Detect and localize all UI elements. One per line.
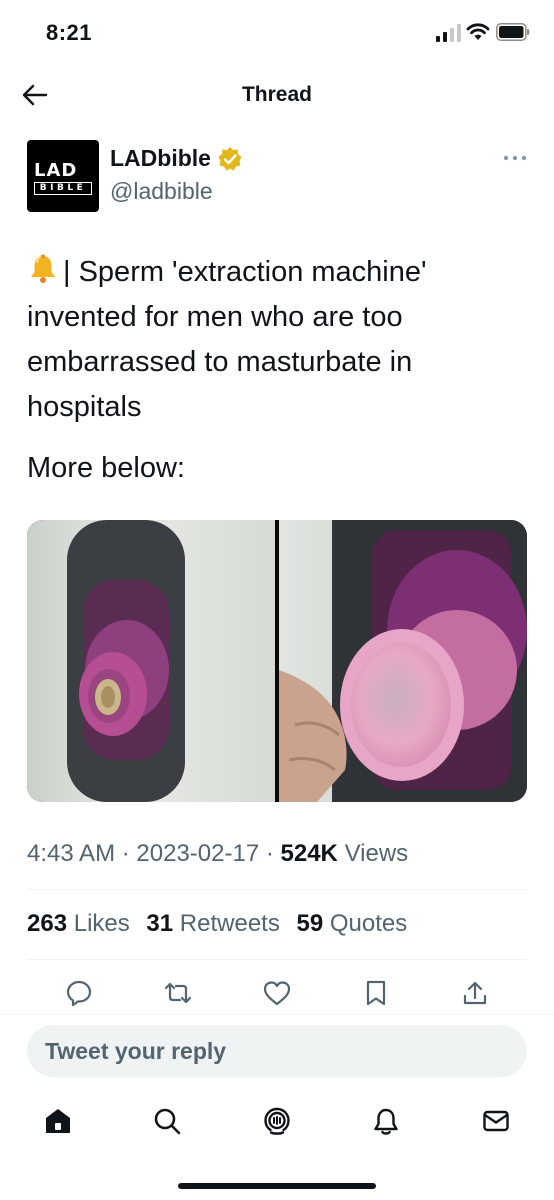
like-icon [263, 981, 291, 1006]
meta-separator: · [121, 840, 130, 867]
media-image [27, 520, 527, 802]
home-indicator [178, 1183, 376, 1189]
reply-input[interactable] [45, 1025, 505, 1077]
quotes-count: 59 [296, 910, 324, 937]
reply-box[interactable] [27, 1025, 527, 1077]
cellular-signal-icon [436, 24, 461, 42]
tweet-text: | Sperm 'extraction machine' invented fo… [27, 250, 527, 430]
tweet-media[interactable] [27, 520, 527, 802]
wifi-icon [466, 23, 490, 40]
more-options-icon[interactable] [500, 150, 530, 166]
meta-separator: · [265, 840, 274, 867]
nav-home[interactable] [40, 1103, 76, 1139]
likes-label: Likes [73, 910, 130, 937]
avatar-logo-bottom: BIBLE [34, 182, 92, 195]
thread-header: Thread [0, 64, 554, 124]
home-icon [46, 1109, 70, 1133]
author-name[interactable]: LADbible [110, 145, 243, 172]
display-name-text: LADbible [110, 145, 211, 171]
page-title: Thread [241, 83, 312, 106]
views-label: Views [344, 840, 409, 867]
author-handle[interactable]: @ladbible [110, 178, 213, 205]
nav-search[interactable] [149, 1103, 185, 1139]
likes-stat[interactable]: 263 Likes [27, 910, 130, 937]
retweet-icon [164, 982, 192, 1004]
nav-spaces[interactable] [259, 1103, 295, 1139]
quotes-stat[interactable]: 59 Quotes [297, 910, 408, 937]
retweets-count: 31 [146, 910, 174, 937]
search-icon [154, 1108, 181, 1135]
tweet-more-text: More below: [27, 452, 185, 484]
status-bar: 8:21 [0, 0, 554, 64]
reply-button[interactable] [61, 975, 97, 1011]
reply-icon [66, 980, 92, 1007]
nav-notifications[interactable] [368, 1103, 404, 1139]
quotes-label: Quotes [329, 910, 408, 937]
retweets-stat[interactable]: 31 Retweets [146, 910, 279, 937]
avatar-logo-top: LAD [34, 160, 78, 181]
tweet-actions [27, 975, 527, 1011]
divider [27, 889, 527, 890]
divider [27, 959, 527, 960]
notifications-icon [374, 1108, 398, 1135]
battery-icon [496, 23, 530, 41]
views-count: 524K [280, 840, 338, 867]
tweet-date: 2023-02-17 [136, 840, 260, 867]
likes-count: 263 [27, 910, 68, 937]
share-icon [463, 981, 487, 1005]
bell-icon [31, 254, 55, 283]
tweet-stats: 263 Likes 31 Retweets 59 Quotes [27, 910, 407, 938]
bookmark-icon [366, 980, 386, 1006]
messages-icon [483, 1110, 509, 1132]
share-button[interactable] [457, 975, 493, 1011]
avatar[interactable]: LAD BIBLE [27, 140, 99, 212]
bottom-nav [0, 1095, 554, 1155]
bookmark-button[interactable] [358, 975, 394, 1011]
like-button[interactable] [259, 975, 295, 1011]
verified-badge-icon [218, 146, 242, 170]
status-time: 8:21 [46, 20, 93, 45]
divider [0, 1014, 554, 1015]
tweet-meta: 4:43 AM · 2023-02-17 · 524K Views [27, 840, 408, 868]
retweet-button[interactable] [160, 975, 196, 1011]
nav-messages[interactable] [478, 1103, 514, 1139]
spaces-icon [264, 1107, 290, 1135]
tweet-body: | Sperm 'extraction machine' invented fo… [27, 256, 427, 423]
retweets-label: Retweets [179, 910, 280, 937]
tweet-time: 4:43 AM [27, 840, 116, 867]
